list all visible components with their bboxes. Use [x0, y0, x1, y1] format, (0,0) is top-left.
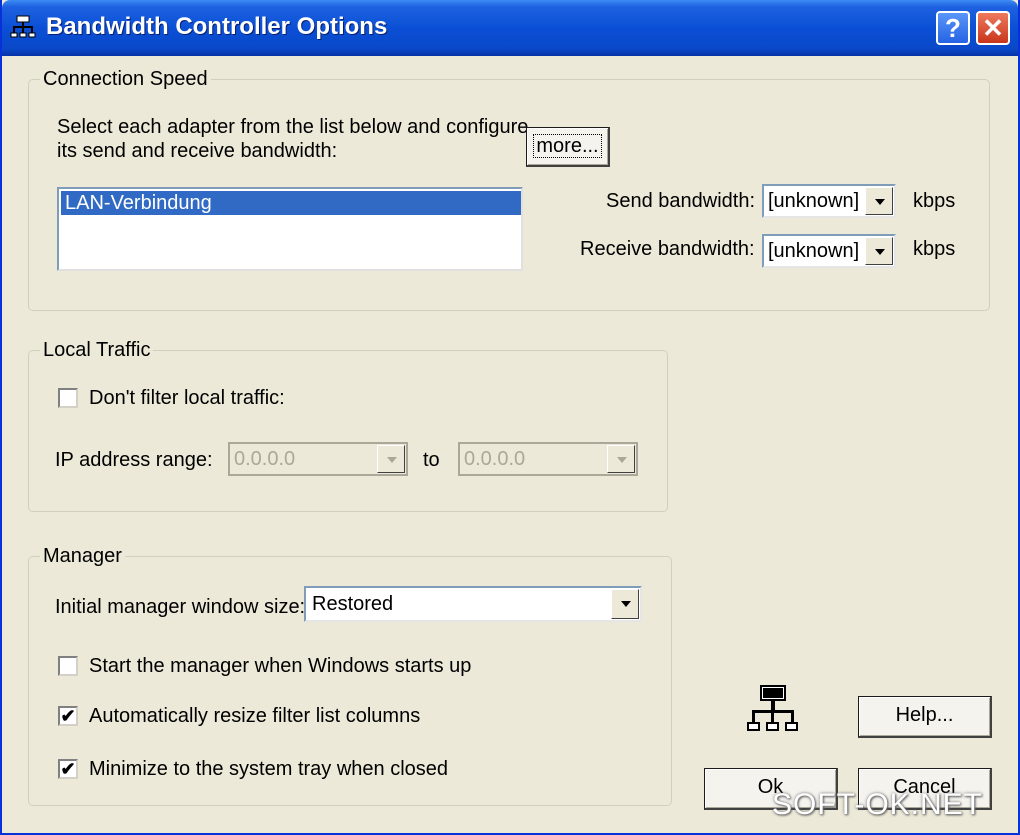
- send-bandwidth-value: [unknown]: [768, 190, 860, 212]
- chevron-down-icon[interactable]: [865, 187, 893, 215]
- network-tree-icon: [747, 685, 798, 731]
- connection-speed-legend: Connection Speed: [40, 67, 211, 91]
- more-button-label: more...: [533, 134, 602, 158]
- receive-bandwidth-combo[interactable]: [unknown]: [762, 234, 896, 268]
- auto-resize-checkbox[interactable]: ✔: [58, 706, 78, 726]
- checkmark-icon: ✔: [60, 706, 76, 726]
- auto-resize-label: Automatically resize filter list columns: [89, 705, 421, 727]
- dont-filter-checkbox[interactable]: [58, 388, 78, 408]
- start-with-windows-checkbox[interactable]: [58, 656, 78, 676]
- adapter-listbox[interactable]: LAN-Verbindung: [57, 187, 523, 271]
- checkmark-icon: ✔: [60, 759, 76, 779]
- title-bar[interactable]: Bandwidth Controller Options ? ✕: [2, 0, 1018, 56]
- receive-unit-label: kbps: [913, 238, 956, 260]
- title-close-button[interactable]: ✕: [976, 11, 1010, 45]
- window-size-combo[interactable]: Restored: [304, 586, 642, 622]
- adapter-list-item[interactable]: LAN-Verbindung: [61, 191, 521, 215]
- receive-bandwidth-value: [unknown]: [768, 240, 860, 262]
- send-bandwidth-combo[interactable]: [unknown]: [762, 184, 896, 218]
- help-button[interactable]: Help...: [858, 696, 992, 738]
- more-button[interactable]: more...: [526, 127, 610, 167]
- chevron-down-icon[interactable]: [865, 237, 893, 265]
- connection-description-line1: Select each adapter from the list below …: [57, 116, 529, 138]
- window-title: Bandwidth Controller Options: [46, 13, 388, 40]
- title-help-button[interactable]: ?: [936, 11, 970, 45]
- options-dialog: Bandwidth Controller Options ? ✕ Connect…: [0, 0, 1020, 835]
- dont-filter-label: Don't filter local traffic:: [89, 387, 285, 409]
- chevron-down-icon[interactable]: [611, 589, 639, 619]
- local-traffic-group: [28, 350, 668, 512]
- chevron-down-icon: [607, 445, 635, 473]
- window-size-label: Initial manager window size:: [55, 596, 306, 618]
- network-icon: [10, 15, 36, 38]
- send-bandwidth-label: Send bandwidth:: [606, 190, 756, 212]
- ip-from-value: 0.0.0.0: [234, 448, 296, 470]
- watermark: SOFT-OK.NET: [772, 788, 984, 821]
- ip-range-label: IP address range:: [55, 449, 213, 471]
- window-size-value: Restored: [312, 593, 394, 615]
- manager-legend: Manager: [40, 544, 125, 568]
- minimize-to-tray-checkbox[interactable]: ✔: [58, 759, 78, 779]
- chevron-down-icon: [377, 445, 405, 473]
- minimize-to-tray-label: Minimize to the system tray when closed: [89, 758, 449, 780]
- receive-bandwidth-label: Receive bandwidth:: [580, 238, 755, 260]
- local-traffic-legend: Local Traffic: [40, 338, 154, 362]
- connection-description-line2: its send and receive bandwidth:: [57, 140, 338, 162]
- ip-from-combo: 0.0.0.0: [228, 442, 408, 476]
- start-with-windows-label: Start the manager when Windows starts up: [89, 655, 472, 677]
- ip-to-combo: 0.0.0.0: [458, 442, 638, 476]
- to-label: to: [423, 449, 440, 471]
- send-unit-label: kbps: [913, 190, 956, 212]
- ip-to-value: 0.0.0.0: [464, 448, 526, 470]
